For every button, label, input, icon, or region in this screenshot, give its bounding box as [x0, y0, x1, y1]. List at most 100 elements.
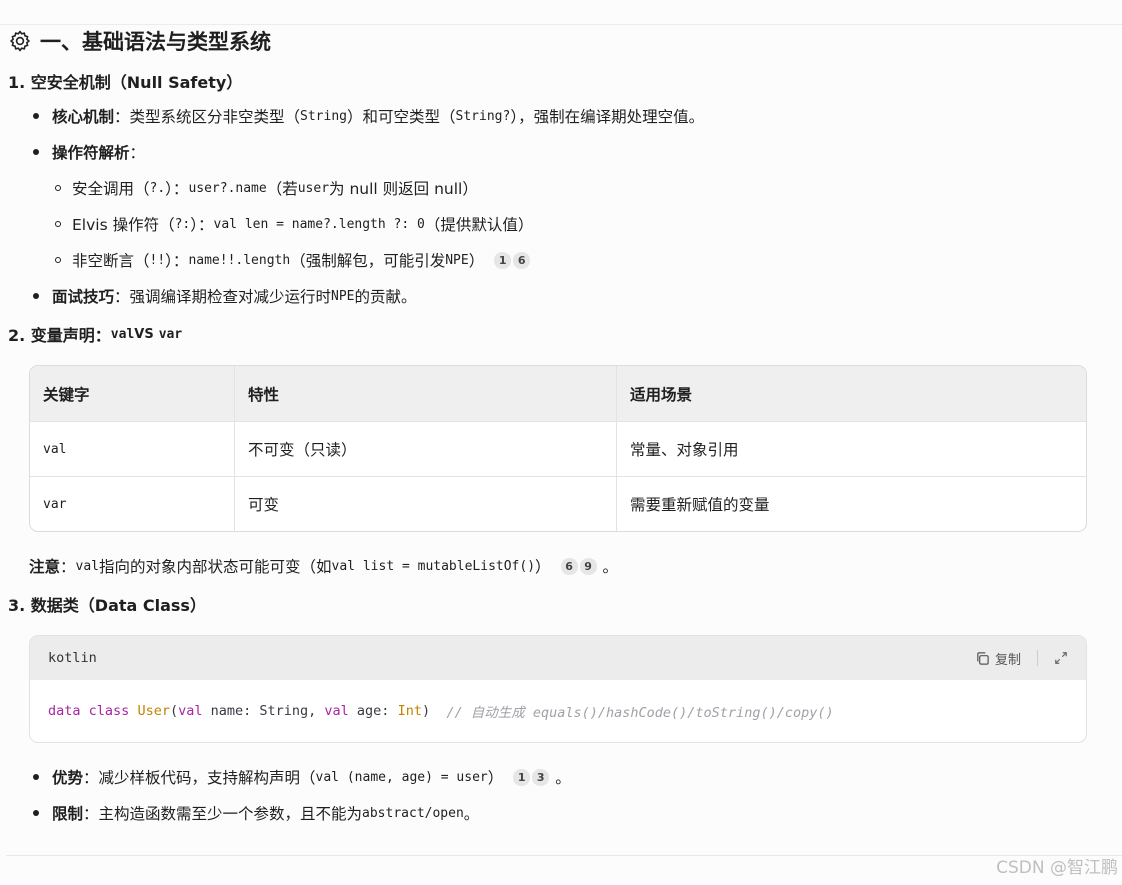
citation-badge[interactable]: 1	[513, 768, 531, 786]
sub3-text-a: 非空断言（	[72, 252, 150, 270]
s2-title-code-1: val	[110, 326, 135, 342]
sub2-code: val len = name?.length ?: 0	[213, 216, 425, 232]
core-text-b: ）和可空类型（	[347, 108, 456, 126]
core-text-a: ：类型系统区分非空类型（	[114, 108, 301, 126]
sub1-text-d: 为 null 则返回 null）	[329, 180, 478, 198]
table-header: 关键字	[43, 385, 90, 404]
note-colon: ：	[60, 558, 76, 576]
citation-badge[interactable]: 3	[532, 768, 550, 786]
circle-bullet	[55, 185, 61, 191]
adv-text-b: ）	[487, 769, 504, 787]
code-token: name: String,	[202, 703, 325, 719]
note-code-1: val	[75, 558, 100, 574]
adv-label: 优势	[52, 769, 84, 787]
sub2-op: ?:	[174, 216, 191, 232]
sub3-code-2: NPE	[445, 252, 469, 268]
citation-badge[interactable]: 1	[494, 251, 512, 269]
citation-group: 1 3	[513, 768, 550, 786]
tip-code: NPE	[331, 288, 355, 304]
gear-icon	[10, 30, 30, 52]
adv-text-a: ：减少样板代码，支持解构声明（	[83, 769, 316, 787]
sub2-text-c: （提供默认值）	[424, 216, 534, 234]
adv-end: 。	[555, 769, 571, 787]
sub3-op: !!	[149, 252, 166, 268]
code-token: User	[137, 703, 170, 719]
watermark: CSDN @智江鹏	[996, 858, 1118, 878]
sub1-text-a: 安全调用（	[72, 180, 150, 198]
bullet	[33, 810, 39, 816]
note-text-b: 指向的对象内部状态可能可变（如	[99, 558, 332, 576]
table-row: val 不可变（只读） 常量、对象引用	[30, 421, 1086, 476]
note-end: 。	[602, 558, 619, 576]
heading-text: 一、基础语法与类型系统	[40, 30, 271, 54]
table-cell: 需要重新赋值的变量	[616, 477, 1086, 531]
section-1-title: 1. 空安全机制（Null Safety）	[8, 73, 243, 92]
circle-bullet	[55, 257, 61, 263]
code-language: kotlin	[48, 650, 97, 666]
note-label: 注意	[29, 558, 61, 576]
table-cell: 可变	[234, 477, 616, 531]
code-token: age:	[348, 703, 398, 719]
list-item-tip: 面试技巧 ：强调编译期检查对减少运行时 NPE 的贡献。	[33, 285, 417, 307]
table-row: var 可变 需要重新赋值的变量	[30, 476, 1086, 531]
copy-label: 复制	[994, 652, 1021, 668]
sub-item-safe-call: 安全调用（ ?. ）： user?.name （若 user 为 null 则返…	[55, 177, 478, 199]
expand-icon[interactable]	[1054, 651, 1068, 665]
copy-button[interactable]: 复制	[975, 649, 1021, 668]
citation-badge[interactable]: 6	[513, 251, 531, 269]
toolbar-divider	[1037, 650, 1038, 666]
list-item-ops: 操作符解析 ：	[33, 141, 145, 163]
sub1-text-b: ）：	[165, 180, 189, 198]
sub3-text-b: ）：	[165, 252, 189, 270]
code-token: )	[421, 703, 447, 719]
lim-text-a: ：主构造函数需至少一个参数，且不能为	[83, 805, 363, 823]
sub3-text-d: ）	[468, 252, 485, 270]
code-tools: 复制	[975, 649, 1068, 668]
bullet	[33, 113, 39, 119]
code-token: (	[169, 703, 179, 719]
sub2-text-b: ）：	[190, 216, 214, 234]
lim-code: abstract/open	[362, 805, 464, 821]
tip-label: 面试技巧	[52, 288, 115, 306]
citation-group: 6 9	[560, 557, 597, 575]
citation-badge[interactable]: 9	[579, 557, 597, 575]
section-3-title: 3. 数据类（Data Class）	[8, 596, 206, 615]
core-code-2: String?	[455, 108, 511, 124]
code-block: kotlin 复制 data class User(val name: Stri…	[29, 635, 1087, 743]
code-comment: // 自动生成 equals()/hashCode()/toString()/c…	[446, 705, 834, 721]
table-cell: 常量、对象引用	[616, 422, 1086, 476]
table-cell: 不可变（只读）	[234, 422, 616, 476]
code-token: val	[178, 703, 203, 719]
lim-text-b: 。	[463, 805, 480, 823]
core-code-1: String	[300, 108, 347, 124]
list-item-limit: 限制 ：主构造函数需至少一个参数，且不能为 abstract/open 。	[33, 802, 479, 824]
tip-text-b: 的贡献。	[354, 288, 417, 306]
circle-bullet	[55, 221, 61, 227]
sub1-code: user?.name	[188, 180, 267, 196]
adv-code: val (name, age) = user	[315, 769, 488, 785]
list-item-advantage: 优势 ：减少样板代码，支持解构声明（ val (name, age) = use…	[33, 766, 571, 788]
citation-group: 1 6	[494, 251, 531, 269]
sub1-code-2: user	[297, 180, 330, 196]
citation-badge[interactable]: 6	[560, 557, 578, 575]
sub1-op: ?.	[149, 180, 166, 196]
table-header: 适用场景	[616, 366, 1086, 421]
note-code-2: val list = mutableListOf()	[331, 558, 536, 574]
sub3-code: name!!.length	[188, 252, 291, 268]
bullet	[33, 293, 39, 299]
sub1-text-c: （若	[266, 180, 298, 198]
keyword-table: 关键字 特性 适用场景 val 不可变（只读） 常量、对象引用 var 可变 需…	[29, 365, 1087, 532]
sub3-text-c: （强制解包，可能引发	[290, 252, 446, 270]
code-token: class	[88, 703, 130, 719]
code-body: data class User(val name: String, val ag…	[30, 680, 1086, 742]
ops-label: 操作符解析	[52, 144, 130, 162]
top-divider	[0, 24, 1122, 25]
table-cell: var	[43, 496, 67, 512]
code-token: Int	[397, 703, 422, 719]
table-header: 特性	[234, 366, 616, 421]
section-heading: 一、基础语法与类型系统	[8, 26, 271, 56]
sub2-text-a: Elvis 操作符（	[72, 216, 175, 234]
tip-text-a: ：强调编译期检查对减少运行时	[114, 288, 332, 306]
note-paragraph: 注意 ： val 指向的对象内部状态可能可变（如 val list = muta…	[29, 555, 618, 577]
bullet	[33, 149, 39, 155]
